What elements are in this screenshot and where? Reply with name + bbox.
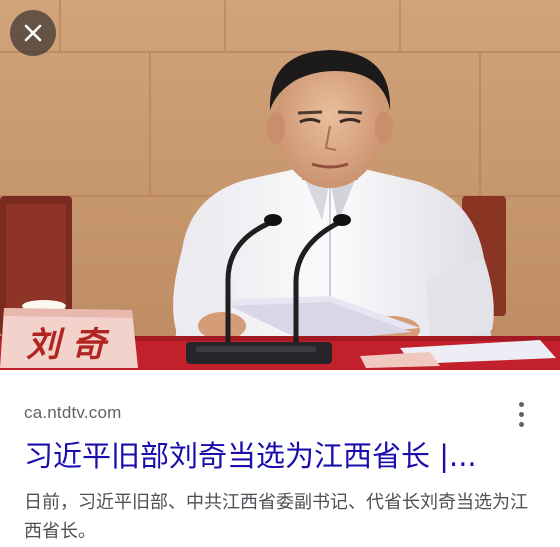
- more-options-button[interactable]: [508, 392, 534, 436]
- close-button[interactable]: [10, 10, 56, 56]
- result-title-link[interactable]: 习近平旧部刘奇当选为江西省长 |...: [24, 436, 536, 476]
- source-row: ca.ntdtv.com: [24, 401, 534, 428]
- close-icon: [24, 24, 42, 42]
- search-result-card: 刘 奇 ca.ntdtv.com 习近平旧部刘奇当选为江西省长 |... 日前，…: [0, 0, 560, 547]
- result-snippet: 日前，习近平旧部、中共江西省委副书记、代省长刘奇当选为江西省长。: [24, 492, 528, 542]
- more-vert-icon-dot: [518, 401, 524, 407]
- source-domain[interactable]: ca.ntdtv.com: [24, 403, 122, 423]
- nameplate-text: 刘 奇: [26, 325, 110, 365]
- result-thumbnail-image[interactable]: 刘 奇: [0, 0, 560, 370]
- more-vert-icon-dot: [518, 411, 524, 417]
- more-vert-icon-dot: [518, 421, 524, 427]
